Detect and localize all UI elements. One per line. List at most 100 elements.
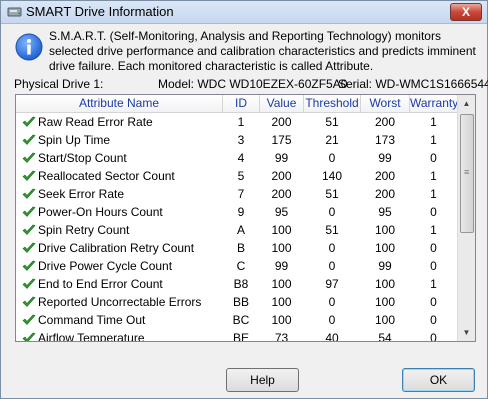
attribute-name: Reallocated Sector Count (38, 169, 175, 183)
attribute-threshold: 0 (328, 205, 336, 219)
attribute-worst: 200 (374, 187, 396, 201)
attribute-name: Drive Calibration Retry Count (38, 241, 195, 255)
attribute-id: C (236, 259, 246, 273)
table-row[interactable]: Start/Stop Count 4 99 0 99 0 (16, 149, 457, 167)
attribute-name: Start/Stop Count (38, 151, 127, 165)
attribute-threshold: 40 (325, 331, 339, 342)
table-row[interactable]: Seek Error Rate 7 200 51 200 1 (16, 185, 457, 203)
drive-label: Physical Drive 1: (14, 77, 104, 91)
grip-icon: ≡ (464, 167, 470, 177)
column-header-attribute-name[interactable]: Attribute Name (16, 95, 223, 112)
scroll-thumb[interactable]: ≡ (460, 114, 474, 233)
attribute-threshold: 51 (325, 223, 339, 237)
table-row[interactable]: Drive Calibration Retry Count B 100 0 100 0 (16, 239, 457, 257)
attribute-warranty: 0 (430, 313, 437, 327)
attribute-id: 5 (237, 169, 245, 183)
attribute-warranty: 0 (430, 295, 437, 309)
attribute-worst: 100 (374, 223, 396, 237)
attribute-worst: 54 (378, 331, 392, 342)
attribute-warranty: 1 (430, 187, 437, 201)
window-title: SMART Drive Information (26, 4, 174, 19)
attribute-value: 200 (271, 115, 292, 129)
attribute-threshold: 51 (325, 187, 339, 201)
attribute-name: Drive Power Cycle Count (38, 259, 173, 273)
table-row[interactable]: Raw Read Error Rate 1 200 51 200 1 (16, 113, 457, 131)
attribute-warranty: 0 (430, 151, 437, 165)
table-row[interactable]: Airflow Temperature BE 73 40 54 0 (16, 329, 457, 342)
attribute-name: Airflow Temperature (38, 331, 145, 342)
attribute-value: 100 (271, 223, 292, 237)
attribute-name: Reported Uncorrectable Errors (38, 295, 202, 309)
column-header-warranty[interactable]: Warranty (410, 95, 458, 112)
help-button[interactable]: Help (226, 368, 299, 392)
table-row[interactable]: Reported Uncorrectable Errors BB 100 0 100 0 (16, 293, 457, 311)
attribute-warranty: 1 (430, 223, 437, 237)
attribute-threshold: 21 (325, 133, 339, 147)
column-header-threshold[interactable]: Threshold (304, 95, 361, 112)
attribute-worst: 200 (374, 169, 396, 183)
attribute-id: BE (232, 331, 249, 342)
scroll-up-arrow[interactable]: ▲ (458, 95, 475, 112)
scroll-down-arrow[interactable]: ▼ (458, 324, 475, 341)
attribute-id: BB (232, 295, 249, 309)
attribute-warranty: 0 (430, 259, 437, 273)
attribute-warranty: 0 (430, 331, 437, 342)
drive-icon (7, 7, 22, 17)
table-row[interactable]: Power-On Hours Count 9 95 0 95 0 (16, 203, 457, 221)
attribute-id: B8 (233, 277, 249, 291)
table-body: Raw Read Error Rate 1 200 51 200 1 Spin Up Tim… (16, 113, 457, 342)
attribute-name: Seek Error Rate (38, 187, 125, 201)
vertical-scrollbar[interactable]: ▲ ≡ ▼ (457, 95, 475, 341)
attribute-id: 3 (237, 133, 245, 147)
attribute-id: A (236, 223, 245, 237)
info-icon (15, 33, 43, 61)
table-row[interactable]: Spin Retry Count A 100 51 100 1 (16, 221, 457, 239)
table-row[interactable]: Command Time Out BC 100 0 100 0 (16, 311, 457, 329)
attribute-value: 200 (271, 169, 292, 183)
drive-serial: Serial: WD-WMC1S1666544 (338, 77, 488, 91)
attribute-value: 100 (271, 313, 292, 327)
attribute-warranty: 1 (430, 277, 437, 291)
attribute-worst: 95 (378, 205, 392, 219)
close-button[interactable]: X (450, 3, 482, 21)
attribute-id: 1 (237, 115, 245, 129)
attribute-warranty: 1 (430, 115, 437, 129)
attribute-value: 100 (271, 241, 292, 255)
attribute-name: End to End Error Count (38, 277, 163, 291)
drive-model: Model: WDC WD10EZEX-60ZF5A0 (158, 77, 348, 91)
attribute-threshold: 0 (328, 313, 336, 327)
table-row[interactable]: Spin Up Time 3 175 21 173 1 (16, 131, 457, 149)
attribute-name: Spin Retry Count (38, 223, 130, 237)
attribute-worst: 99 (378, 259, 392, 273)
ok-button[interactable]: OK (402, 368, 475, 392)
column-header-worst[interactable]: Worst (361, 95, 410, 112)
attribute-name: Spin Up Time (38, 133, 111, 147)
attribute-worst: 100 (374, 295, 396, 309)
attributes-table[interactable]: Attribute Name ID Value Threshold Worst … (15, 94, 476, 342)
attribute-value: 99 (274, 151, 289, 165)
table-row[interactable]: Drive Power Cycle Count C 99 0 99 0 (16, 257, 457, 275)
attribute-value: 175 (271, 133, 292, 147)
attribute-warranty: 1 (430, 133, 437, 147)
attribute-id: 9 (237, 205, 245, 219)
table-row[interactable]: Reallocated Sector Count 5 200 140 200 1 (16, 167, 457, 185)
attribute-id: 4 (237, 151, 245, 165)
table-row[interactable]: End to End Error Count B8 100 97 100 1 (16, 275, 457, 293)
attribute-id: BC (232, 313, 250, 327)
attribute-worst: 173 (374, 133, 396, 147)
attribute-id: 7 (237, 187, 245, 201)
attribute-warranty: 0 (430, 205, 437, 219)
attribute-value: 200 (271, 187, 292, 201)
column-header-id[interactable]: ID (223, 95, 260, 112)
attribute-value: 95 (274, 205, 289, 219)
attribute-value: 99 (274, 259, 289, 273)
attribute-warranty: 0 (430, 241, 437, 255)
attribute-threshold: 51 (325, 115, 339, 129)
attribute-worst: 100 (374, 241, 396, 255)
attribute-name: Raw Read Error Rate (38, 115, 153, 129)
column-header-value[interactable]: Value (260, 95, 304, 112)
info-description: S.M.A.R.T. (Self-Monitoring, Analysis an… (49, 29, 476, 73)
attribute-name: Command Time Out (38, 313, 146, 327)
attribute-value: 100 (271, 295, 292, 309)
attribute-worst: 100 (374, 313, 396, 327)
